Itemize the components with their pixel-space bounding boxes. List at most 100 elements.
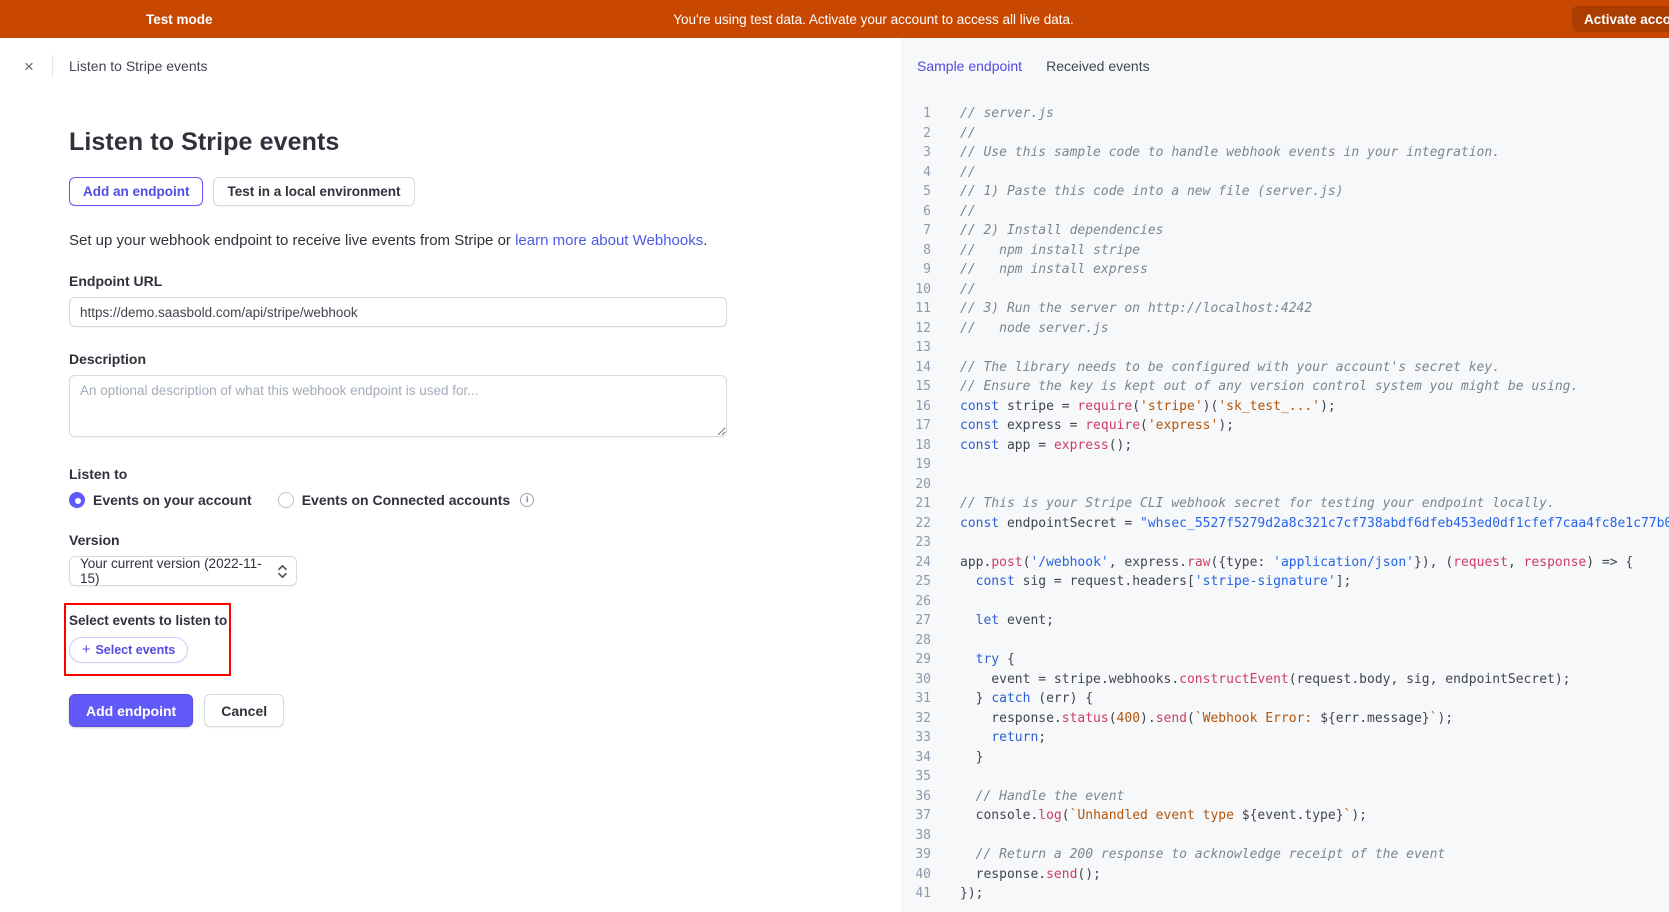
header-divider xyxy=(52,55,53,77)
endpoint-url-label: Endpoint URL xyxy=(69,273,832,289)
select-events-label: Select events to listen to xyxy=(69,613,229,628)
code-line: 14// The library needs to be configured … xyxy=(905,358,1669,378)
code-line: 34 } xyxy=(905,748,1669,768)
radio-selected-icon[interactable] xyxy=(69,492,85,508)
line-number: 32 xyxy=(905,709,931,729)
code-line: 26 xyxy=(905,592,1669,612)
sample-code-panel: Sample endpoint Received events 1// serv… xyxy=(901,38,1669,912)
code-line: 37 console.log(`Unhandled event type ${e… xyxy=(905,806,1669,826)
panel-header: × Listen to Stripe events xyxy=(0,38,901,94)
code-line: 17const express = require('express'); xyxy=(905,416,1669,436)
intro-text-body: Set up your webhook endpoint to receive … xyxy=(69,232,515,249)
form-actions: Add endpoint Cancel xyxy=(69,694,832,727)
breadcrumb: Listen to Stripe events xyxy=(69,58,208,74)
code-line: 3// Use this sample code to handle webho… xyxy=(905,143,1669,163)
line-number: 39 xyxy=(905,845,931,865)
code-line: 18const app = express(); xyxy=(905,436,1669,456)
radio-unselected-icon[interactable] xyxy=(278,492,294,508)
annotation-select-events-highlight: Select events to listen to + Select even… xyxy=(64,603,231,676)
select-chevrons-icon xyxy=(278,564,287,579)
line-number: 40 xyxy=(905,865,931,885)
line-number: 22 xyxy=(905,514,931,534)
code-line: 39 // Return a 200 response to acknowled… xyxy=(905,845,1669,865)
test-mode-message: You're using test data. Activate your ac… xyxy=(673,0,1074,38)
code-line: 29 try { xyxy=(905,650,1669,670)
description-label: Description xyxy=(69,351,832,367)
line-number: 5 xyxy=(905,182,931,202)
endpoint-url-input[interactable] xyxy=(69,297,727,327)
code-line: 22const endpointSecret = "whsec_5527f527… xyxy=(905,514,1669,534)
select-events-button[interactable]: + Select events xyxy=(69,637,188,663)
code-line: 8// npm install stripe xyxy=(905,241,1669,261)
line-number: 11 xyxy=(905,299,931,319)
version-label: Version xyxy=(69,532,832,548)
code-line: 36 // Handle the event xyxy=(905,787,1669,807)
code-line: 20 xyxy=(905,475,1669,495)
line-number: 12 xyxy=(905,319,931,339)
line-number: 9 xyxy=(905,260,931,280)
code-line: 6// xyxy=(905,202,1669,222)
line-number: 25 xyxy=(905,572,931,592)
webhook-form-panel: × Listen to Stripe events Listen to Stri… xyxy=(0,38,901,912)
code-line: 32 response.status(400).send(`Webhook Er… xyxy=(905,709,1669,729)
intro-text: Set up your webhook endpoint to receive … xyxy=(69,232,832,249)
line-number: 7 xyxy=(905,221,931,241)
line-number: 31 xyxy=(905,689,931,709)
cancel-button[interactable]: Cancel xyxy=(204,694,284,727)
webhooks-docs-link[interactable]: learn more about Webhooks xyxy=(515,232,703,249)
line-number: 30 xyxy=(905,670,931,690)
line-number: 17 xyxy=(905,416,931,436)
code-line: 35 xyxy=(905,767,1669,787)
line-number: 19 xyxy=(905,455,931,475)
code-line: 4// xyxy=(905,163,1669,183)
version-select[interactable]: Your current version (2022-11-15) xyxy=(69,556,297,586)
tab-sample-endpoint[interactable]: Sample endpoint xyxy=(917,58,1022,74)
code-line: 31 } catch (err) { xyxy=(905,689,1669,709)
line-number: 8 xyxy=(905,241,931,261)
close-icon[interactable]: × xyxy=(18,55,40,77)
code-line: 30 event = stripe.webhooks.constructEven… xyxy=(905,670,1669,690)
line-number: 24 xyxy=(905,553,931,573)
radio-events-connected-accounts[interactable]: Events on Connected accounts i xyxy=(278,492,534,508)
listen-to-group: Listen to Events on your account Events … xyxy=(69,466,832,508)
description-textarea[interactable] xyxy=(69,375,727,437)
code-line: 11// 3) Run the server on http://localho… xyxy=(905,299,1669,319)
code-panel-tabs: Sample endpoint Received events xyxy=(901,38,1669,94)
code-line: 12// node server.js xyxy=(905,319,1669,339)
page-title: Listen to Stripe events xyxy=(69,128,832,157)
radio-label: Events on your account xyxy=(93,492,252,508)
version-select-value: Your current version (2022-11-15) xyxy=(80,556,278,586)
code-line: 33 return; xyxy=(905,728,1669,748)
line-number: 20 xyxy=(905,475,931,495)
code-line: 21// This is your Stripe CLI webhook sec… xyxy=(905,494,1669,514)
code-line: 24app.post('/webhook', express.raw({type… xyxy=(905,553,1669,573)
code-line: 15// Ensure the key is kept out of any v… xyxy=(905,377,1669,397)
tab-test-local-environment[interactable]: Test in a local environment xyxy=(213,177,414,206)
line-number: 14 xyxy=(905,358,931,378)
test-mode-banner: Test mode You're using test data. Activa… xyxy=(0,0,1669,38)
line-number: 29 xyxy=(905,650,931,670)
sample-code-editor: 1// server.js2//3// Use this sample code… xyxy=(901,94,1669,904)
tab-received-events[interactable]: Received events xyxy=(1046,58,1150,74)
code-line: 1// server.js xyxy=(905,104,1669,124)
add-endpoint-button[interactable]: Add endpoint xyxy=(69,694,193,727)
code-line: 7// 2) Install dependencies xyxy=(905,221,1669,241)
line-number: 34 xyxy=(905,748,931,768)
plus-icon: + xyxy=(82,643,90,658)
line-number: 27 xyxy=(905,611,931,631)
activate-account-button[interactable]: Activate account xyxy=(1572,6,1669,32)
line-number: 10 xyxy=(905,280,931,300)
code-line: 13 xyxy=(905,338,1669,358)
info-icon[interactable]: i xyxy=(520,493,534,507)
line-number: 23 xyxy=(905,533,931,553)
code-line: 41}); xyxy=(905,884,1669,904)
code-line: 38 xyxy=(905,826,1669,846)
code-line: 10// xyxy=(905,280,1669,300)
radio-events-your-account[interactable]: Events on your account xyxy=(69,492,252,508)
line-number: 16 xyxy=(905,397,931,417)
code-line: 9// npm install express xyxy=(905,260,1669,280)
code-line: 27 let event; xyxy=(905,611,1669,631)
line-number: 26 xyxy=(905,592,931,612)
tab-add-endpoint[interactable]: Add an endpoint xyxy=(69,177,203,206)
version-group: Version Your current version (2022-11-15… xyxy=(69,532,832,586)
